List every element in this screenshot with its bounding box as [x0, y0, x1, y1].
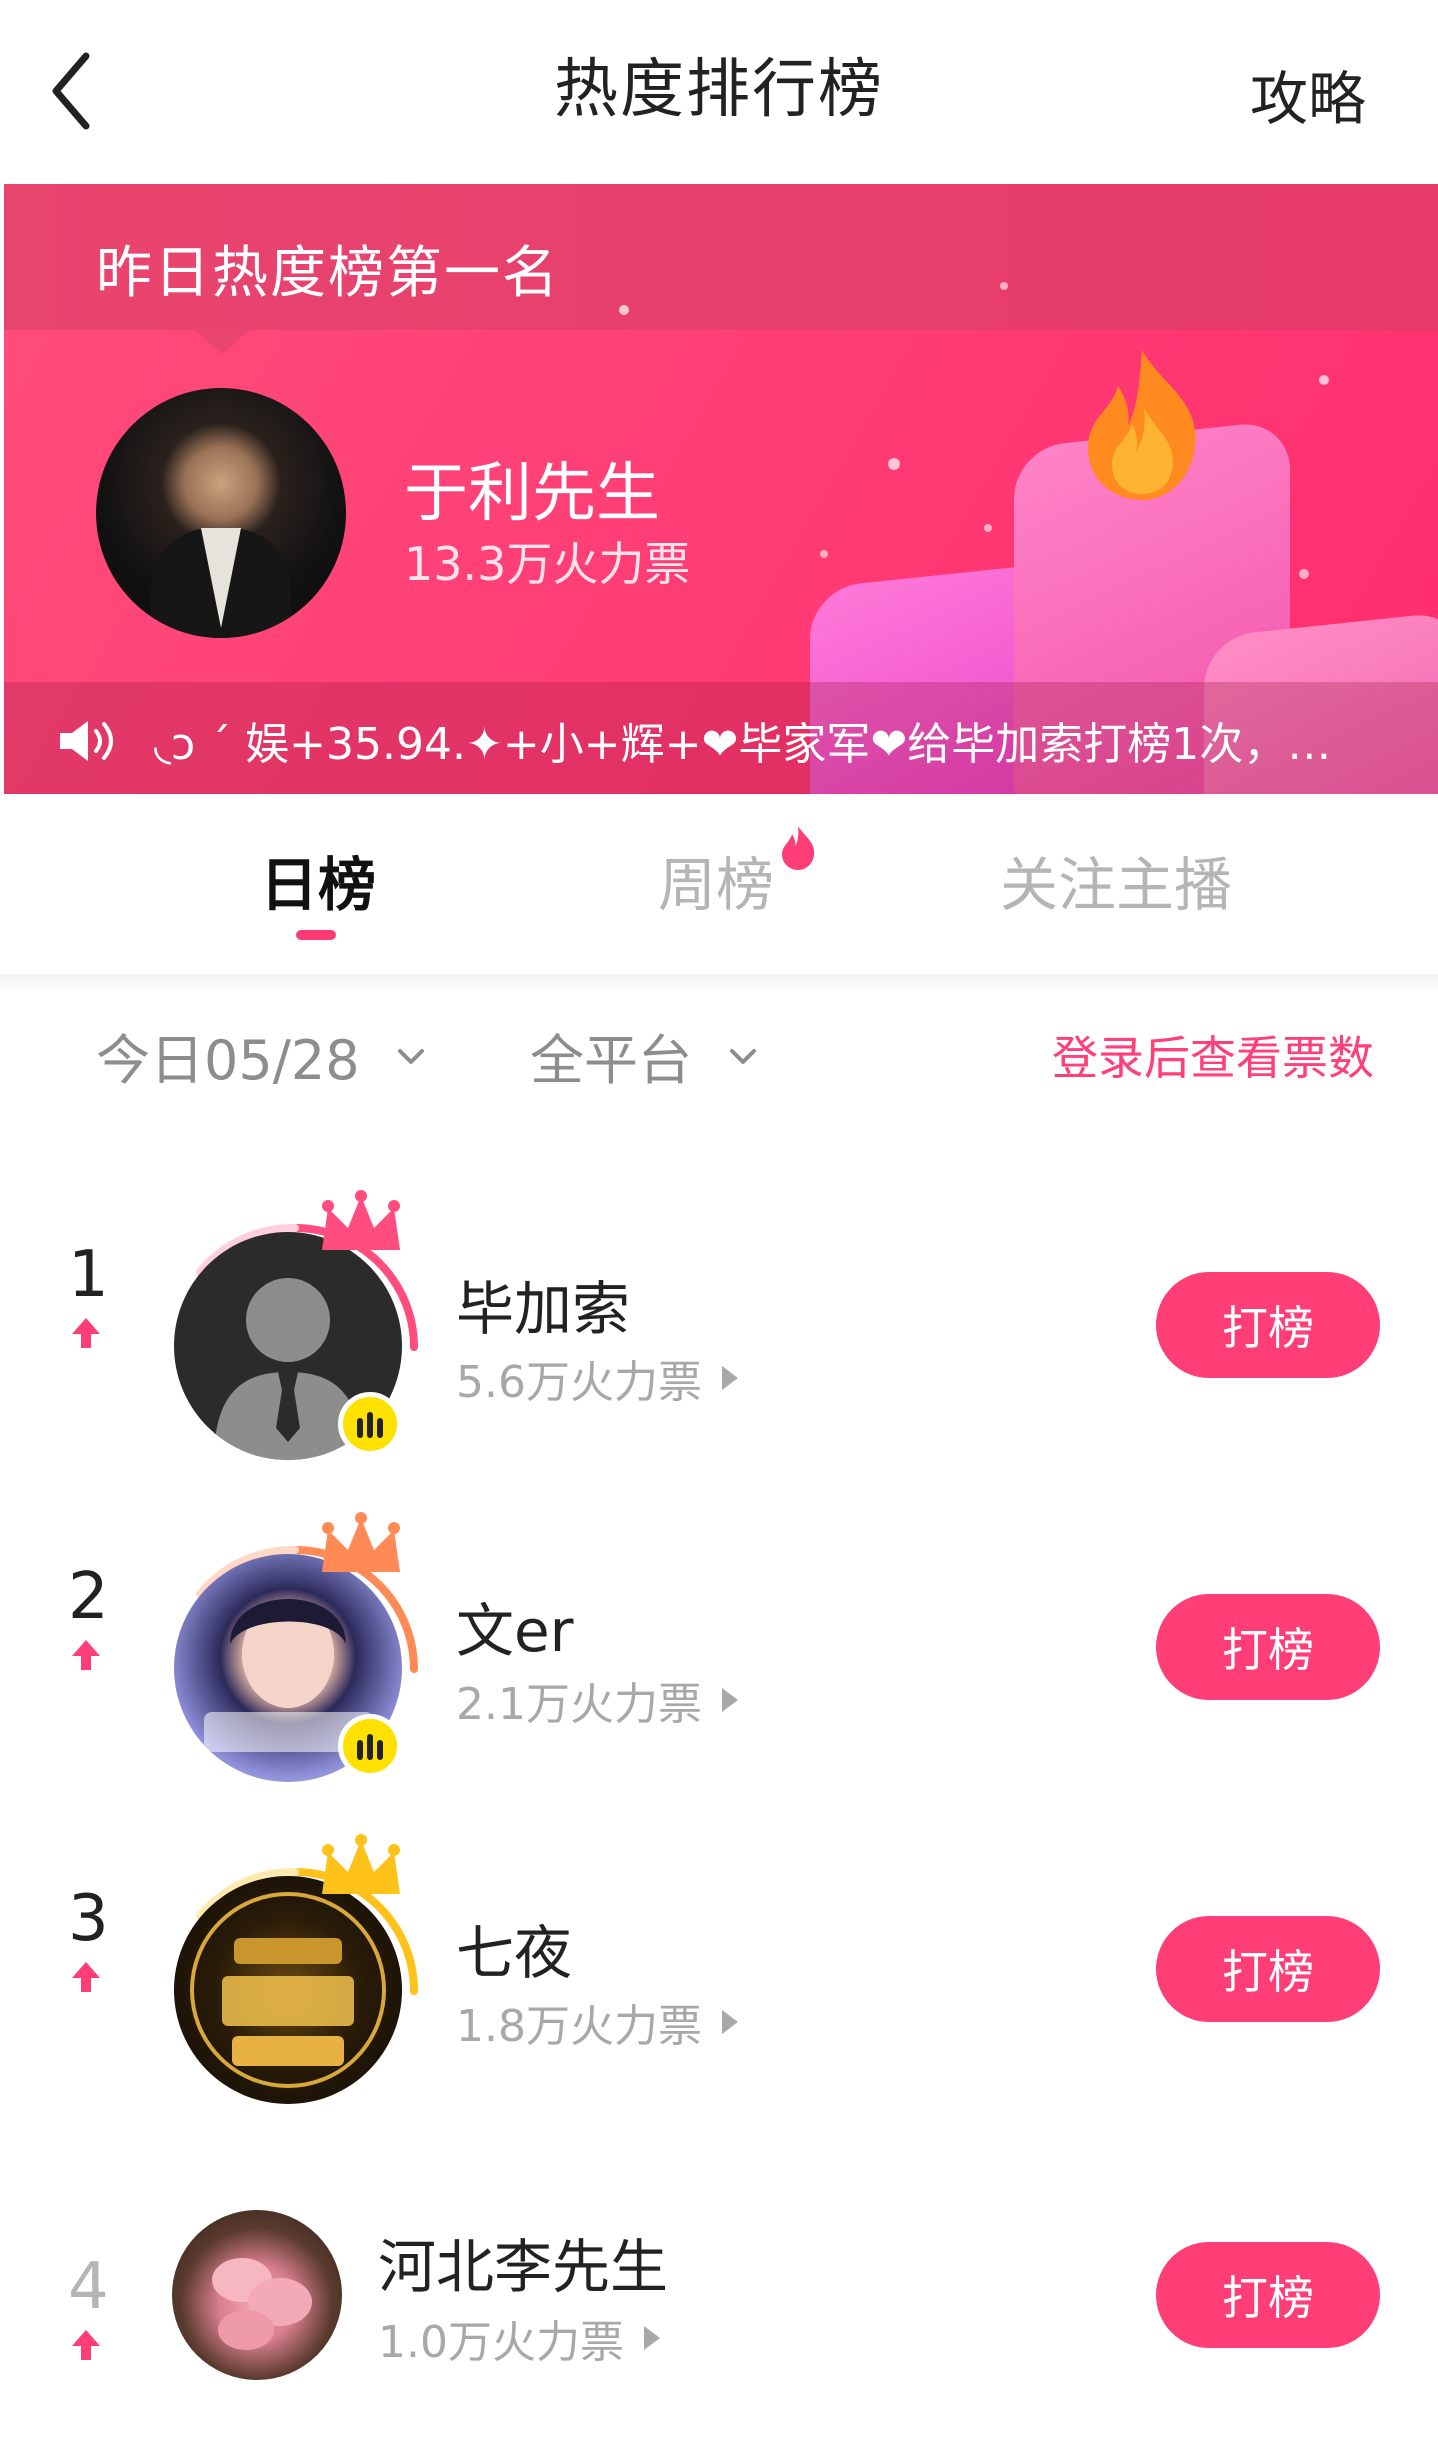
votes-label: 5.6万火力票 — [456, 1357, 702, 1408]
avatar-frame[interactable] — [170, 1834, 420, 2104]
ticker-message: ◟ↄ ˊ 娱+35.94.✦+小+辉+❤毕家军❤给毕加索打榜1次，… — [154, 719, 1332, 770]
page-title: 热度排行榜 — [554, 53, 884, 127]
platform-filter-label: 全平台 — [530, 1029, 692, 1092]
chevron-down-icon — [397, 1048, 424, 1064]
active-tab-indicator — [296, 930, 336, 940]
rank-row[interactable]: 2 文er 2.1万火力票 打榜 — [0, 1512, 1438, 1782]
yesterday-top-banner[interactable]: 昨日热度榜第一名 于利先生 13.3万火力票 ◟ↄ ˊ 娱+35.94.✦+小+… — [4, 184, 1438, 794]
chevron-down-icon — [730, 1048, 756, 1064]
user-name[interactable]: 文er — [456, 1584, 574, 1668]
tab-weekly[interactable]: 周榜 — [658, 838, 774, 922]
user-name[interactable]: 七夜 — [456, 1906, 572, 1990]
user-votes[interactable]: 5.6万火力票 — [456, 1346, 738, 1410]
user-name[interactable]: 毕加索 — [456, 1262, 630, 1346]
avatar-frame[interactable] — [170, 1512, 420, 1782]
speaker-icon — [60, 721, 113, 761]
hot-flame-icon — [782, 826, 815, 870]
vote-button[interactable]: 打榜 — [1156, 1594, 1380, 1700]
rank-up-arrow-icon — [72, 1962, 100, 1992]
avatar-emblem — [190, 1892, 386, 2088]
login-to-view-votes-link[interactable]: 登录后查看票数 — [1052, 1022, 1374, 1088]
avatar-frame[interactable] — [170, 1190, 420, 1460]
rank-number: 3 — [68, 1882, 109, 1956]
play-arrow-icon — [643, 2326, 660, 2350]
section-divider — [0, 974, 1438, 994]
rank-row[interactable]: 4 河北李先生 1.0万火力票 打榜 — [0, 2156, 1438, 2396]
winner-votes: 13.3万火力票 — [404, 537, 691, 591]
vote-button[interactable]: 打榜 — [1156, 1916, 1380, 2022]
app-header: 热度排行榜 攻略 — [0, 0, 1438, 184]
rank-number: 4 — [68, 2250, 109, 2324]
avatar-photo — [212, 2258, 312, 2350]
winner-avatar[interactable] — [96, 388, 346, 638]
rank-row[interactable]: 3 七夜 1.8万火力票 打榜 — [0, 1834, 1438, 2104]
avatar[interactable] — [172, 2210, 342, 2380]
rank-up-arrow-icon — [72, 2330, 100, 2360]
avatar — [174, 1876, 402, 2104]
live-indicator-icon — [338, 1714, 402, 1778]
winner-name[interactable]: 于利先生 — [404, 442, 660, 534]
votes-label: 1.8万火力票 — [456, 2001, 702, 2052]
flame-icon — [1088, 350, 1196, 500]
ranking-tabs: 日榜 周榜 关注主播 — [0, 794, 1438, 974]
tab-following-anchors[interactable]: 关注主播 — [1000, 838, 1232, 922]
user-votes[interactable]: 1.8万火力票 — [456, 1990, 738, 2054]
rank-up-arrow-icon — [72, 1318, 100, 1348]
user-votes[interactable]: 1.0万火力票 — [378, 2306, 660, 2370]
crown-icon — [322, 1834, 400, 1894]
broadcast-ticker[interactable]: ◟ↄ ˊ 娱+35.94.✦+小+辉+❤毕家军❤给毕加索打榜1次，… — [4, 682, 1438, 794]
rank-row[interactable]: 1 毕加索 5.6万火力票 打榜 — [0, 1190, 1438, 1460]
user-name[interactable]: 河北李先生 — [378, 2220, 668, 2304]
vote-button[interactable]: 打榜 — [1156, 2242, 1380, 2348]
rank-number: 2 — [68, 1560, 109, 1634]
crown-icon — [322, 1512, 400, 1572]
date-filter[interactable]: 今日05/28 — [96, 1016, 428, 1095]
crown-icon — [322, 1190, 400, 1250]
rank-number: 1 — [68, 1238, 109, 1312]
date-filter-label: 今日05/28 — [96, 1029, 360, 1092]
platform-filter[interactable]: 全平台 — [530, 1016, 760, 1095]
rank-up-arrow-icon — [72, 1640, 100, 1670]
live-indicator-icon — [338, 1392, 402, 1456]
play-arrow-icon — [721, 1366, 738, 1390]
play-arrow-icon — [721, 2010, 738, 2034]
votes-label: 1.0万火力票 — [378, 2317, 624, 2368]
strategy-link[interactable]: 攻略 — [1250, 52, 1366, 136]
votes-label: 2.1万火力票 — [456, 1679, 702, 1730]
vote-button[interactable]: 打榜 — [1156, 1272, 1380, 1378]
tab-daily[interactable]: 日榜 — [260, 838, 376, 922]
play-arrow-icon — [721, 1688, 738, 1712]
user-votes[interactable]: 2.1万火力票 — [456, 1668, 738, 1732]
